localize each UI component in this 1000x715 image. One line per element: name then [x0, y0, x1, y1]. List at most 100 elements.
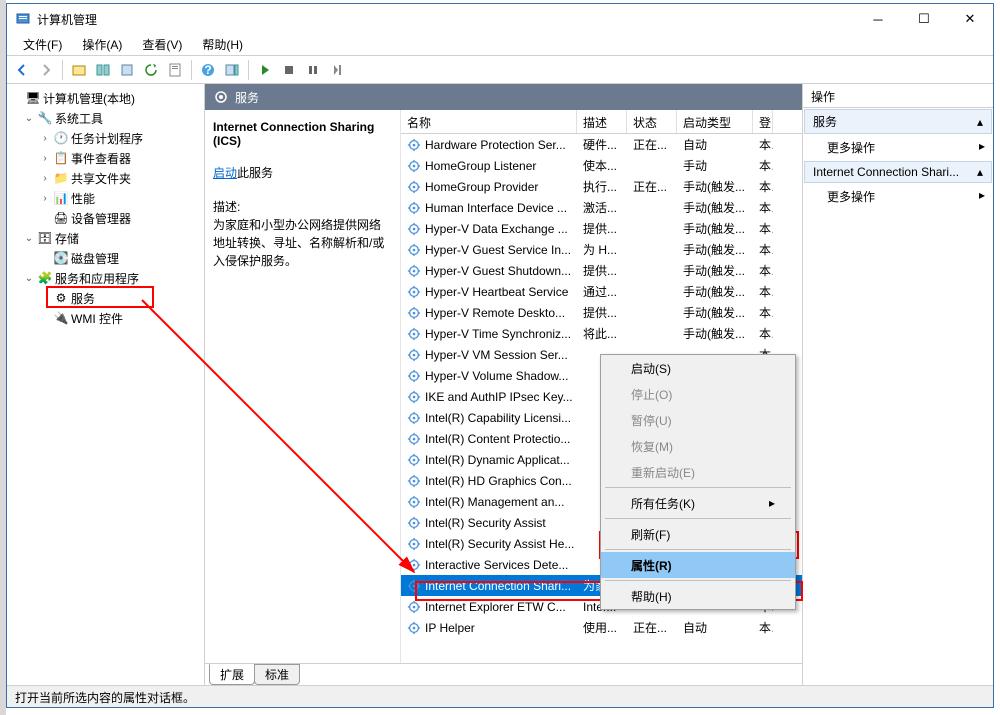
ctx-alltasks[interactable]: 所有任务(K)▸: [601, 490, 795, 516]
stop-button[interactable]: [278, 59, 300, 81]
back-button[interactable]: [11, 59, 33, 81]
col-status[interactable]: 状态: [627, 110, 677, 133]
service-row[interactable]: Human Interface Device ...激活...手动(触发...本: [401, 197, 802, 218]
action-more-2[interactable]: 更多操作▸: [803, 184, 993, 209]
list-header[interactable]: 名称 描述 状态 启动类型 登: [401, 110, 802, 134]
tree-scheduler[interactable]: ›🕐任务计划程序: [7, 128, 204, 148]
tab-standard[interactable]: 标准: [254, 664, 300, 685]
tree-storage[interactable]: ⌄🗄存储: [7, 228, 204, 248]
service-row[interactable]: Hyper-V Time Synchroniz...将此...手动(触发...本: [401, 323, 802, 344]
service-name: Internet Connection Sharing (ICS): [213, 120, 392, 148]
service-row[interactable]: HomeGroup Listener使本...手动本: [401, 155, 802, 176]
maximize-button[interactable]: ☐: [901, 4, 947, 34]
view-tabs: 扩展 标准: [205, 663, 802, 685]
tree-performance[interactable]: ›📊性能: [7, 188, 204, 208]
start-link[interactable]: 启动: [213, 166, 237, 180]
restart-button[interactable]: [326, 59, 348, 81]
ctx-pause[interactable]: 暂停(U): [601, 407, 795, 433]
service-row[interactable]: Hyper-V Guest Service In...为 H...手动(触发..…: [401, 239, 802, 260]
ctx-start[interactable]: 启动(S): [601, 355, 795, 381]
tree-sharedfolders[interactable]: ›📁共享文件夹: [7, 168, 204, 188]
wrench-icon: 🔧: [37, 110, 53, 126]
tree-diskmgr[interactable]: 💽磁盘管理: [7, 248, 204, 268]
wmi-icon: 🔌: [53, 310, 69, 326]
desc-label: 描述:: [213, 200, 240, 214]
forward-button[interactable]: [35, 59, 57, 81]
folder-icon: 📁: [53, 170, 69, 186]
action-title: 操作: [803, 84, 993, 108]
service-row[interactable]: HomeGroup Provider执行...正在...手动(触发...本: [401, 176, 802, 197]
menu-file[interactable]: 文件(F): [15, 34, 70, 55]
window-title: 计算机管理: [37, 11, 855, 28]
minimize-button[interactable]: ─: [855, 4, 901, 34]
tree-wmi[interactable]: 🔌WMI 控件: [7, 308, 204, 328]
service-row[interactable]: Hardware Protection Ser...硬件...正在...自动本: [401, 134, 802, 155]
nav-pane: 🖥计算机管理(本地) ⌄🔧系统工具 ›🕐任务计划程序 ›📋事件查看器 ›📁共享文…: [7, 84, 205, 685]
app-icon: [15, 11, 31, 27]
nav-tree[interactable]: 🖥计算机管理(本地) ⌄🔧系统工具 ›🕐任务计划程序 ›📋事件查看器 ›📁共享文…: [7, 84, 204, 685]
disk-icon: 💽: [53, 250, 69, 266]
computer-icon: 🖥: [25, 90, 41, 106]
apps-icon: 🧩: [37, 270, 53, 286]
action-section-ics[interactable]: Internet Connection Shari...▴: [804, 161, 992, 183]
service-row[interactable]: Hyper-V Remote Deskto...提供...手动(触发...本: [401, 302, 802, 323]
service-row[interactable]: Hyper-V Heartbeat Service通过...手动(触发...本: [401, 281, 802, 302]
services-header: 服务: [205, 84, 802, 110]
chevron-right-icon: ▸: [979, 139, 985, 156]
ctx-resume[interactable]: 恢复(M): [601, 433, 795, 459]
help-button[interactable]: ?: [197, 59, 219, 81]
tree-devicemgr[interactable]: 🖨设备管理器: [7, 208, 204, 228]
main-window: 计算机管理 ─ ☐ ✕ 文件(F) 操作(A) 查看(V) 帮助(H) ?: [6, 3, 994, 708]
chevron-right-icon: ▸: [979, 188, 985, 205]
device-icon: 🖨: [53, 210, 69, 226]
ctx-restart[interactable]: 重新启动(E): [601, 459, 795, 485]
show-hide-button[interactable]: [92, 59, 114, 81]
tree-root[interactable]: 🖥计算机管理(本地): [7, 88, 204, 108]
pause-button[interactable]: [302, 59, 324, 81]
context-menu: 启动(S) 停止(O) 暂停(U) 恢复(M) 重新启动(E) 所有任务(K)▸…: [600, 354, 796, 610]
svg-text:?: ?: [204, 63, 211, 77]
export-button[interactable]: [116, 59, 138, 81]
col-desc[interactable]: 描述: [577, 110, 627, 133]
menu-action[interactable]: 操作(A): [74, 34, 130, 55]
action-section-services[interactable]: 服务▴: [804, 109, 992, 134]
event-icon: 📋: [53, 150, 69, 166]
action-more-1[interactable]: 更多操作▸: [803, 135, 993, 160]
collapse-icon: ▴: [977, 115, 983, 129]
properties-button[interactable]: [164, 59, 186, 81]
ctx-stop[interactable]: 停止(O): [601, 381, 795, 407]
col-name[interactable]: 名称: [401, 110, 577, 133]
service-row[interactable]: Hyper-V Data Exchange ...提供...手动(触发...本: [401, 218, 802, 239]
detail-pane: Internet Connection Sharing (ICS) 启动此服务 …: [205, 110, 401, 663]
titlebar[interactable]: 计算机管理 ─ ☐ ✕: [7, 4, 993, 34]
services-title: 服务: [235, 89, 259, 106]
tree-eventviewer[interactable]: ›📋事件查看器: [7, 148, 204, 168]
chevron-right-icon: ▸: [769, 496, 775, 510]
storage-icon: 🗄: [37, 230, 53, 246]
up-button[interactable]: [68, 59, 90, 81]
col-startup[interactable]: 启动类型: [677, 110, 753, 133]
tab-extended[interactable]: 扩展: [209, 664, 255, 685]
menu-view[interactable]: 查看(V): [134, 34, 190, 55]
tree-systools[interactable]: ⌄🔧系统工具: [7, 108, 204, 128]
menu-help[interactable]: 帮助(H): [194, 34, 251, 55]
toolbar: ?: [7, 56, 993, 84]
menubar: 文件(F) 操作(A) 查看(V) 帮助(H): [7, 34, 993, 56]
close-button[interactable]: ✕: [947, 4, 993, 34]
ctx-properties[interactable]: 属性(R): [601, 552, 795, 578]
tree-services[interactable]: ⚙服务: [7, 288, 204, 308]
service-row[interactable]: IP Helper使用...正在...自动本: [401, 617, 802, 638]
refresh-button[interactable]: [140, 59, 162, 81]
ctx-refresh[interactable]: 刷新(F): [601, 521, 795, 547]
tree-svcapps[interactable]: ⌄🧩服务和应用程序: [7, 268, 204, 288]
ctx-help[interactable]: 帮助(H): [601, 583, 795, 609]
col-logon[interactable]: 登: [753, 110, 773, 133]
service-row[interactable]: Hyper-V Guest Shutdown...提供...手动(触发...本: [401, 260, 802, 281]
action-pane-button[interactable]: [221, 59, 243, 81]
statusbar: 打开当前所选内容的属性对话框。: [7, 685, 993, 707]
gear-icon: [213, 89, 229, 105]
desc-text: 为家庭和小型办公网络提供网络地址转换、寻址、名称解析和/或入侵保护服务。: [213, 218, 384, 268]
clock-icon: 🕐: [53, 130, 69, 146]
play-button[interactable]: [254, 59, 276, 81]
gear-icon: ⚙: [53, 290, 69, 306]
